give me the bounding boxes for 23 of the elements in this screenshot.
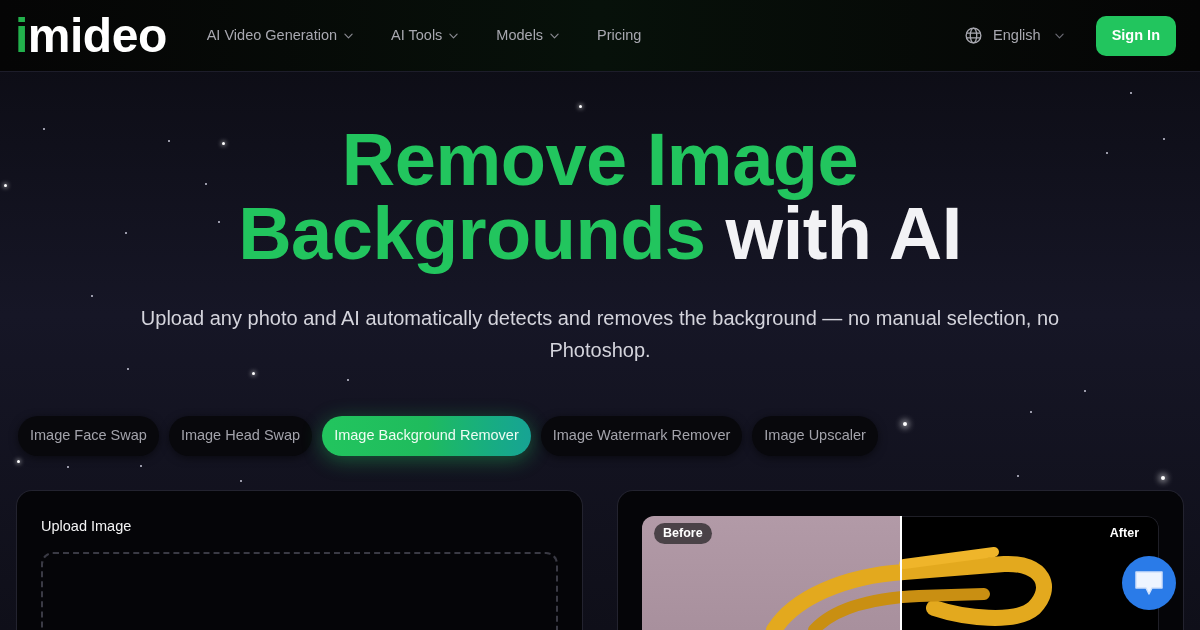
chevron-down-icon [449,32,459,39]
chat-bubble-icon [1134,570,1164,596]
nav-link[interactable]: Models [496,24,560,47]
upload-drop-area[interactable] [41,552,558,630]
after-label: After [1109,525,1139,541]
upload-title: Upload Image [41,517,132,535]
chevron-down-icon [344,32,354,39]
compare-divider[interactable] [900,516,902,630]
tool-tab[interactable]: Image Face Swap [18,416,159,456]
language-selector[interactable]: English [965,24,1064,47]
globe-icon [965,27,983,44]
before-label: Before [654,523,712,544]
tool-tab[interactable]: Image Head Swap [168,416,313,456]
nav-link[interactable]: Pricing [597,24,642,47]
hero-title: Remove Image Backgrounds with AI [237,123,963,277]
tool-tab[interactable]: Image Watermark Remover [540,416,743,456]
nav-link[interactable]: AI Video Generation [206,24,354,47]
logo[interactable]: imideo [15,11,167,60]
nav-link[interactable]: AI Tools [391,24,459,47]
hero-subtitle: Upload any photo and AI automatically detects and removes the background — no manual selection, no Photoshop. [139,306,1061,363]
chevron-down-icon [550,32,560,39]
tool-tab[interactable]: Image Upscaler [752,416,878,456]
chevron-down-icon [1054,32,1064,39]
